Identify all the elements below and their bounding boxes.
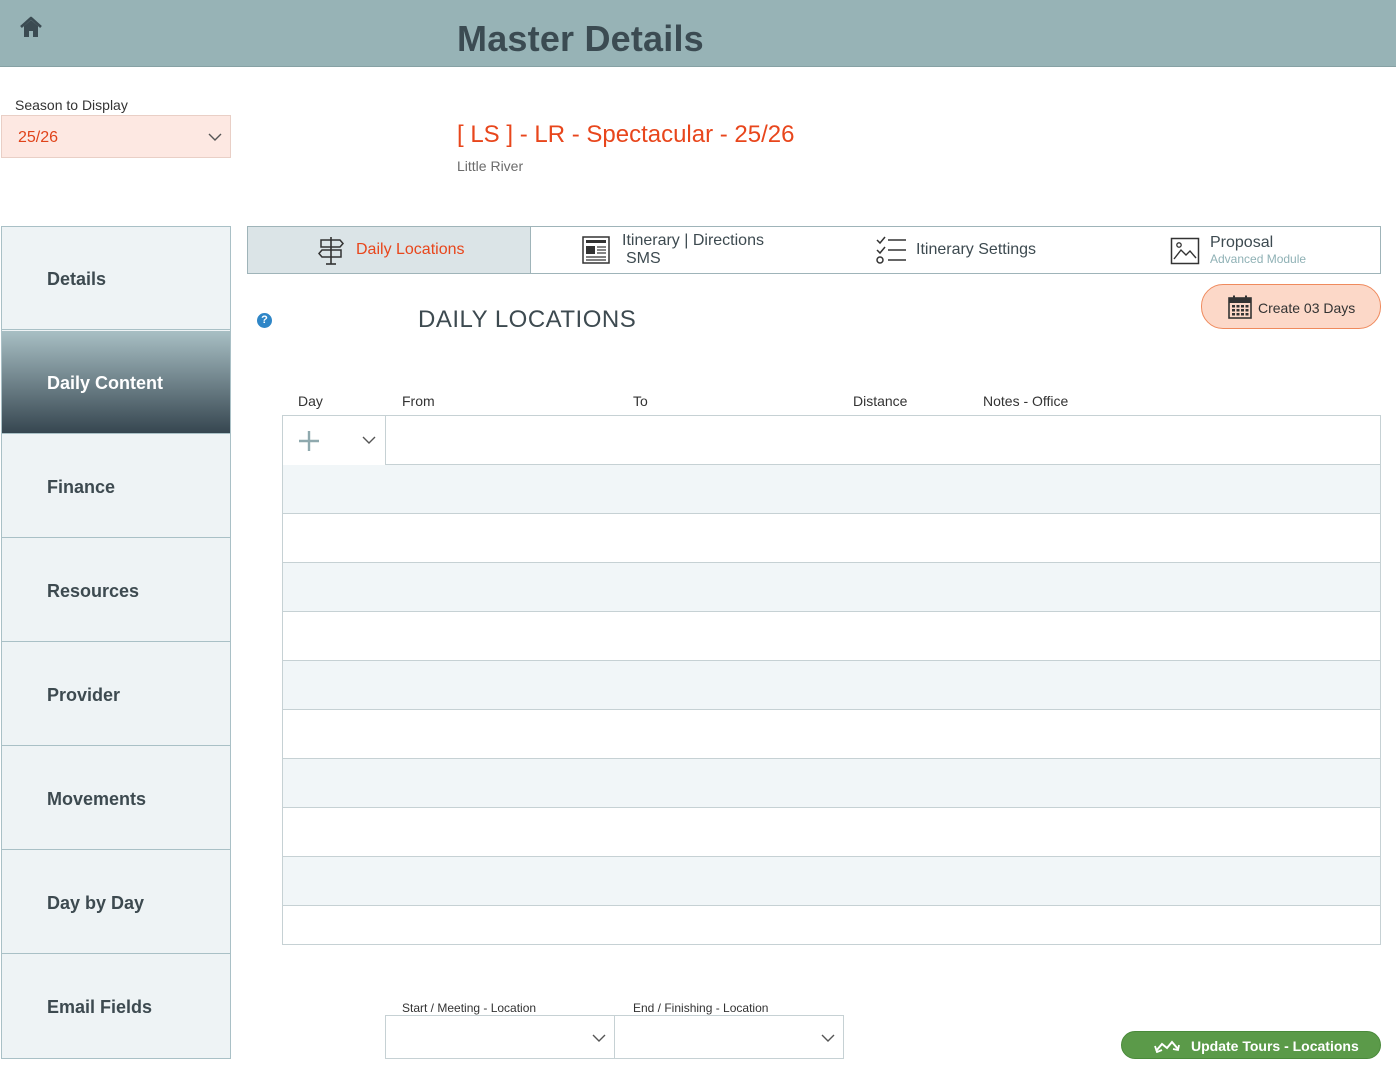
tab-bar: Daily Locations Itinerary | Directions S… [247, 226, 1381, 274]
newspaper-icon [582, 236, 610, 264]
sidebar-item-label: Daily Content [47, 373, 164, 393]
sidebar-item-label: Email Fields [47, 997, 153, 1017]
plus-icon [299, 431, 319, 451]
daily-locations-table [282, 415, 1381, 945]
home-icon[interactable] [18, 15, 44, 41]
sidebar-item-resources[interactable]: Resources [2, 539, 230, 642]
route-icon [1154, 1040, 1180, 1053]
tab-label: Proposal [1210, 234, 1274, 251]
table-row [283, 808, 1380, 857]
sidebar-item-finance[interactable]: Finance [2, 435, 230, 538]
tour-title: [ LS ] - LR - Spectacular - 25/26 [457, 121, 795, 148]
sidebar-item-label: Details [47, 269, 107, 289]
update-tours-locations-label: Update Tours - Locations [1191, 1038, 1359, 1054]
sidebar-item-movements[interactable]: Movements [2, 747, 230, 850]
end-location-select[interactable] [614, 1015, 844, 1059]
sidebar-item-details[interactable]: Details [2, 227, 230, 330]
create-days-label: Create 03 Days [1258, 300, 1356, 316]
season-label: Season to Display [15, 97, 128, 113]
sidebar-item-label: Resources [47, 581, 140, 601]
season-value: 25/26 [18, 129, 59, 146]
sidebar-item-provider[interactable]: Provider [2, 643, 230, 746]
table-row [283, 416, 1380, 465]
calendar-icon [1228, 295, 1252, 319]
tab-label-line2: SMS [626, 250, 661, 267]
help-icon[interactable]: ? [257, 313, 272, 328]
sidebar-item-label: Day by Day [47, 893, 145, 913]
sidebar-item-day-by-day[interactable]: Day by Day [2, 851, 230, 954]
section-title: DAILY LOCATIONS [418, 306, 637, 333]
end-location-label: End / Finishing - Location [633, 1001, 769, 1015]
column-header-notes-office: Notes - Office [983, 393, 1069, 409]
season-dropdown[interactable]: 25/26 [1, 115, 231, 158]
sidebar: Details Daily Content Finance Resources … [1, 226, 231, 1059]
chevron-down-icon [362, 436, 376, 444]
tab-daily-locations[interactable]: Daily Locations [248, 227, 531, 273]
sidebar-item-label: Finance [47, 477, 116, 497]
checklist-icon [876, 236, 906, 264]
column-header-to: To [633, 393, 648, 409]
image-icon [1170, 237, 1200, 265]
table-row [283, 612, 1380, 661]
update-tours-locations-button[interactable]: Update Tours - Locations [1121, 1031, 1381, 1059]
start-location-select[interactable] [385, 1015, 615, 1059]
page-title: Master Details [457, 18, 704, 59]
column-header-from: From [402, 393, 435, 409]
table-row [283, 514, 1380, 563]
sidebar-item-label: Provider [47, 685, 121, 705]
signpost-icon [318, 237, 344, 265]
table-row [283, 465, 1380, 514]
start-location-label: Start / Meeting - Location [402, 1001, 537, 1015]
sidebar-item-label: Movements [47, 789, 147, 809]
column-header-day: Day [298, 393, 323, 409]
tab-itinerary-directions[interactable]: Itinerary | Directions SMS [531, 227, 821, 273]
add-day-dropdown[interactable] [283, 416, 386, 465]
sidebar-item-email-fields[interactable]: Email Fields [2, 955, 230, 1058]
chevron-down-icon [821, 1034, 835, 1042]
tab-sublabel: Advanced Module [1210, 252, 1307, 266]
chevron-down-icon [208, 133, 222, 141]
tab-itinerary-settings[interactable]: Itinerary Settings [821, 227, 1111, 273]
table-row [283, 661, 1380, 710]
tour-subtitle: Little River [457, 158, 524, 174]
table-row [283, 710, 1380, 759]
tab-label: Daily Locations [356, 241, 465, 258]
chevron-down-icon [592, 1034, 606, 1042]
header-bar: Master Details [0, 0, 1396, 67]
tab-label: Itinerary | Directions [622, 232, 764, 249]
tab-proposal[interactable]: Proposal Advanced Module [1111, 227, 1380, 273]
sidebar-item-daily-content[interactable]: Daily Content [2, 331, 230, 434]
table-row [283, 906, 1380, 945]
table-row [283, 563, 1380, 612]
tab-label: Itinerary Settings [916, 241, 1037, 258]
table-row [283, 759, 1380, 808]
column-header-distance: Distance [853, 393, 908, 409]
table-row [283, 857, 1380, 906]
create-days-button[interactable]: Create 03 Days [1201, 284, 1381, 329]
